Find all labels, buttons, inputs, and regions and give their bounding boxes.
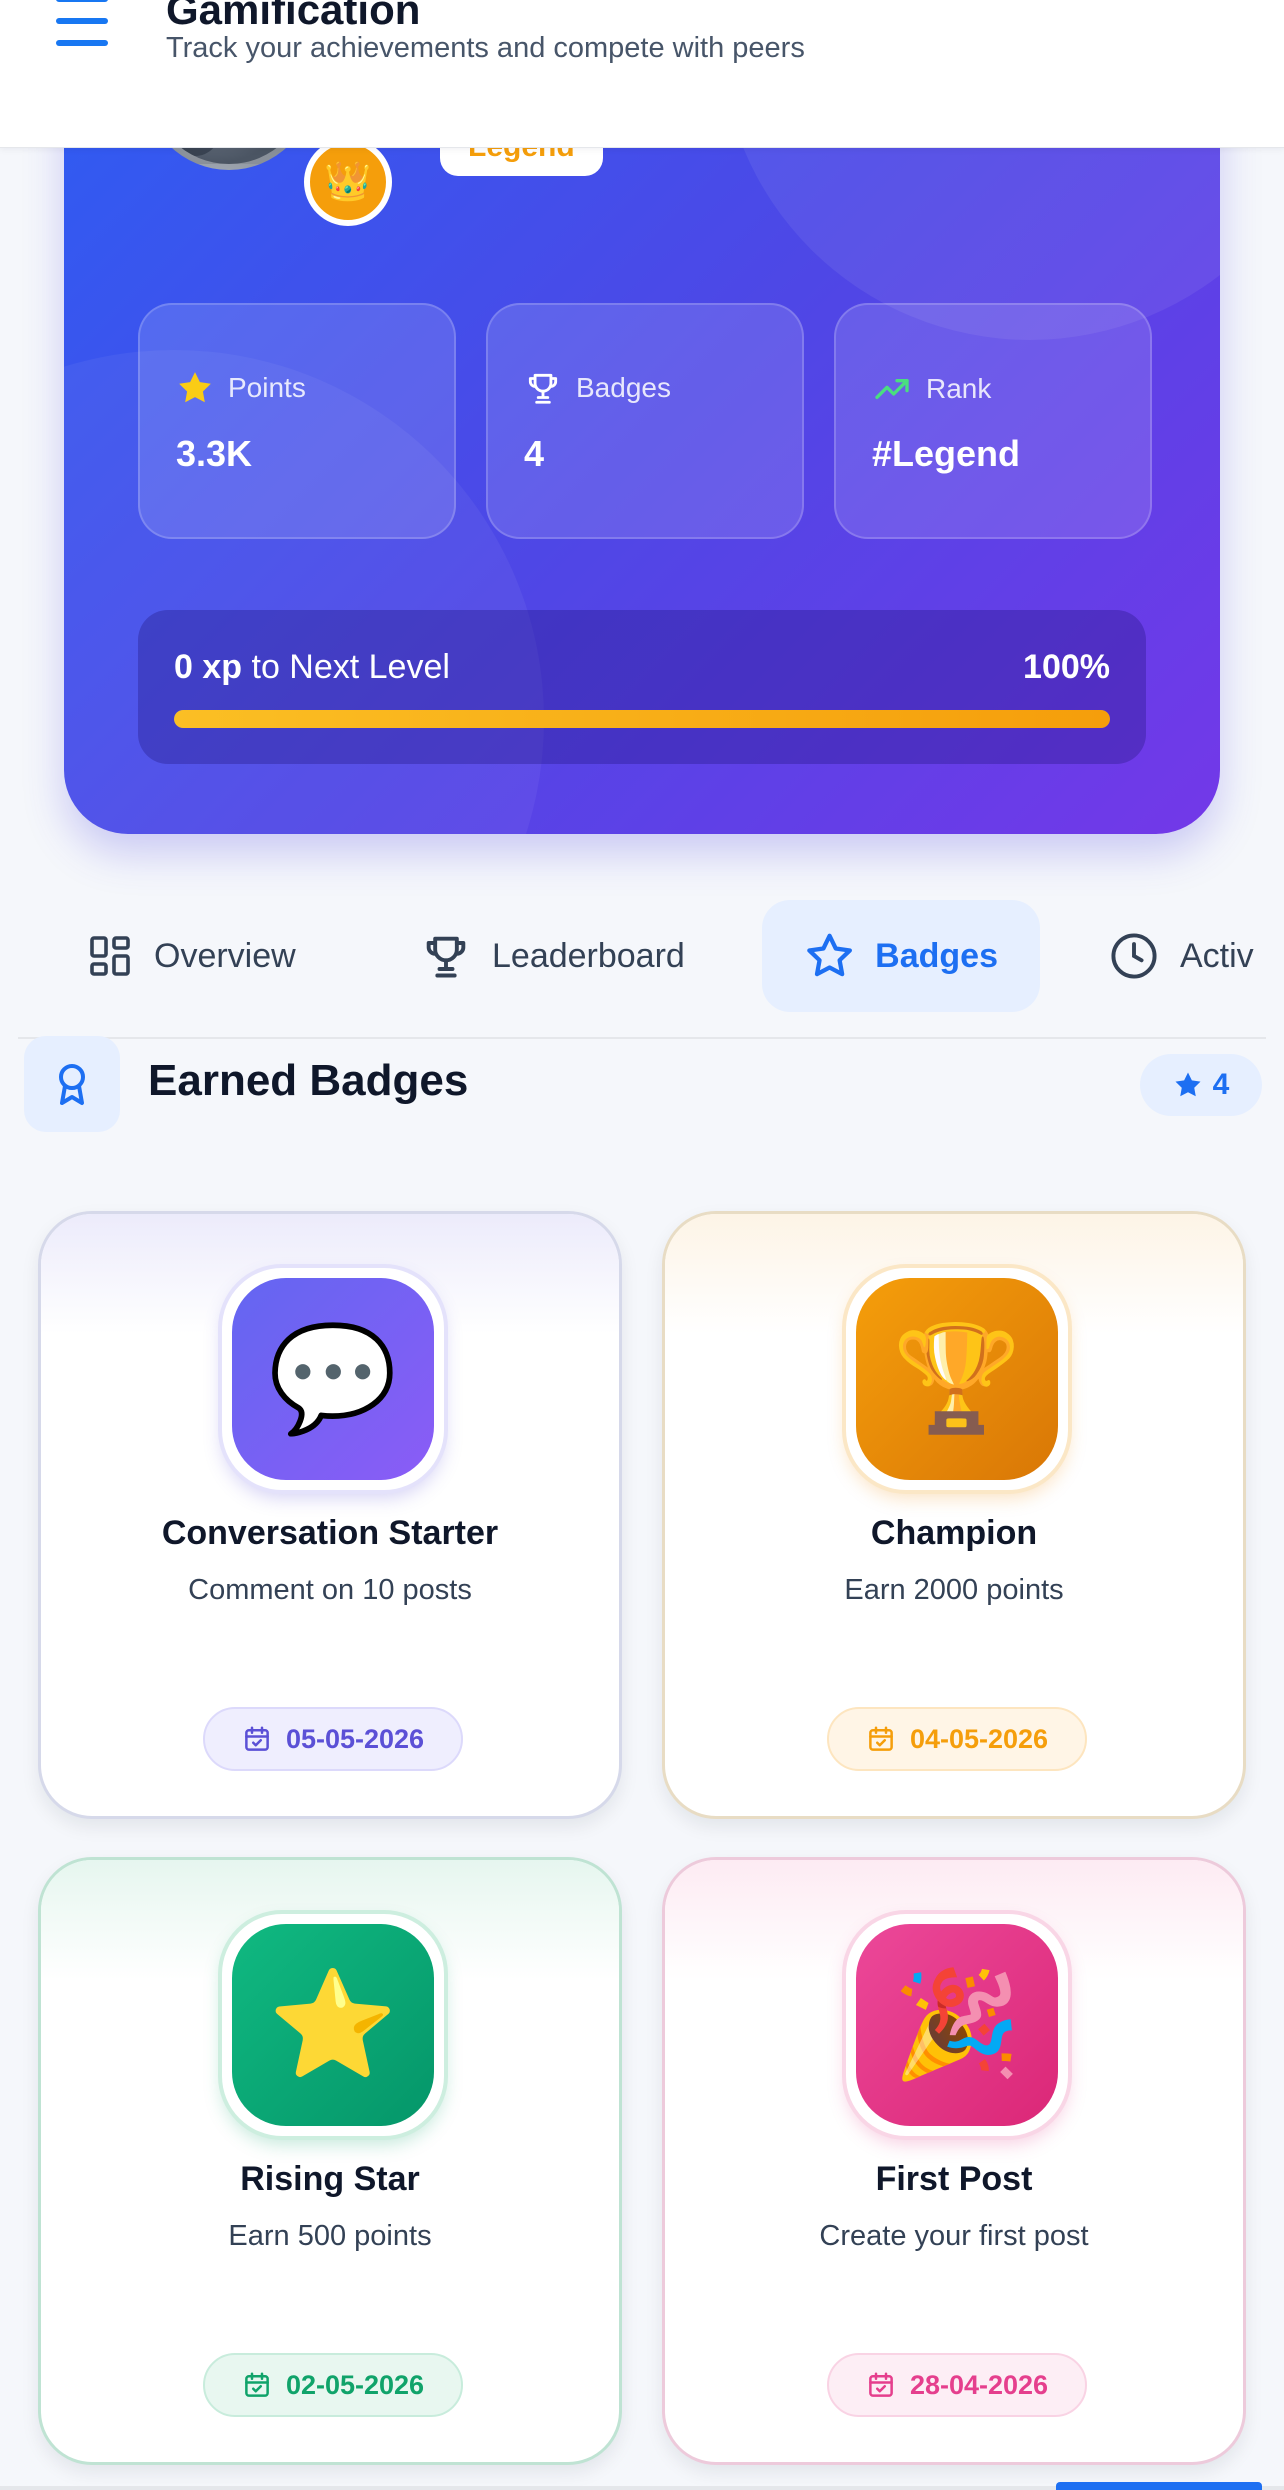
badge-description: Comment on 10 posts (188, 1574, 472, 1606)
star-icon (179, 372, 211, 403)
menu-icon (56, 0, 108, 2)
trophy-icon (528, 373, 558, 404)
badge-date: 04-05-2026 (827, 1707, 1087, 1771)
tab-activity[interactable]: Activ (1108, 900, 1254, 1012)
badge-count: 4 (1140, 1054, 1262, 1116)
badge-date: 28-04-2026 (827, 2353, 1087, 2417)
stats-row: Points 3.3K Badges 4 Rank #Legend (138, 303, 1152, 539)
badge-name: First Post (875, 2160, 1033, 2198)
menu-icon (56, 18, 108, 24)
badge-date: 02-05-2026 (203, 2353, 463, 2417)
badge-description: Create your first post (819, 2220, 1089, 2252)
menu-icon (56, 40, 108, 46)
party-popper-icon: 🎉 (856, 1924, 1058, 2126)
page-subtitle: Track your achievements and compete with… (166, 32, 805, 64)
calendar-check-icon (869, 1726, 893, 1751)
tab-overview[interactable]: Overview (86, 900, 296, 1012)
stat-card-badges: Badges 4 (486, 303, 804, 539)
badge-name: Champion (870, 1514, 1038, 1552)
clock-icon (1111, 933, 1157, 979)
calendar-check-icon (245, 2372, 269, 2397)
profile-hero-card: 👑 Legend Points 3.3K Badges 4 Rank #Lege… (64, 60, 1220, 834)
badge-description: Earn 2000 points (844, 1574, 1064, 1606)
calendar-check-icon (869, 2372, 893, 2397)
progress-fill (174, 710, 1110, 728)
trending-up-icon (875, 379, 909, 399)
badge-name: Conversation Starter (161, 1514, 499, 1552)
tab-label: Overview (154, 936, 296, 975)
trophy-icon: 🏆 (856, 1278, 1058, 1480)
badge-count-value: 4 (1212, 1068, 1230, 1101)
tab-badges[interactable]: Badges (762, 900, 1040, 1012)
tab-label: Activ (1180, 936, 1254, 975)
crown-icon: 👑 (304, 138, 392, 226)
badge-card-conversation-starter[interactable]: 💬 Conversation Starter Comment on 10 pos… (38, 1211, 622, 1819)
page-title: Gamification (166, 0, 421, 33)
divider (18, 1037, 1266, 1039)
badge-description: Earn 500 points (228, 2220, 432, 2252)
grid-icon (90, 936, 130, 976)
tab-bar: Overview Leaderboard Badges Activ (0, 900, 1284, 1016)
badge-card-champion[interactable]: 🏆 Champion Earn 2000 points 04-05-2026 (662, 1211, 1246, 1819)
progress-percent: 100% (1023, 648, 1110, 686)
stat-card-points: Points 3.3K (138, 303, 456, 539)
badge-date: 05-05-2026 (203, 1707, 463, 1771)
stat-value: 4 (524, 433, 545, 474)
xp-label: to Next Level (242, 648, 450, 686)
stat-label: Badges (576, 372, 671, 403)
badge-card-rising-star[interactable]: ⭐ Rising Star Earn 500 points 02-05-2026 (38, 1857, 622, 2465)
badge-name: Rising Star (240, 2160, 420, 2198)
stat-value: #Legend (872, 433, 1021, 474)
level-progress: 0 xp to Next Level 100% (138, 610, 1146, 764)
tab-label: Badges (875, 936, 998, 975)
calendar-check-icon (245, 1726, 269, 1751)
badge-card-first-post[interactable]: 🎉 First Post Create your first post 28-0… (662, 1857, 1246, 2465)
tab-label: Leaderboard (492, 936, 685, 975)
stat-card-rank: Rank #Legend (834, 303, 1152, 539)
star-icon (807, 933, 852, 977)
award-icon (24, 1036, 120, 1132)
bottom-indicator (1056, 2482, 1262, 2490)
stat-label: Points (228, 372, 306, 403)
tab-leaderboard[interactable]: Leaderboard (420, 900, 685, 1012)
speech-bubble-icon: 💬 (232, 1278, 434, 1480)
section-title: Earned Badges (148, 1056, 469, 1105)
menu-button[interactable] (52, 0, 112, 48)
xp-amount: 0 xp (174, 648, 243, 686)
star-icon: ⭐ (232, 1924, 434, 2126)
stat-value: 3.3K (176, 433, 253, 474)
stat-label: Rank (926, 373, 992, 404)
star-icon (1175, 1072, 1201, 1097)
trophy-icon (426, 936, 466, 978)
progress-bar (174, 710, 1110, 728)
app-header: Gamification Track your achievements and… (0, 0, 1284, 148)
